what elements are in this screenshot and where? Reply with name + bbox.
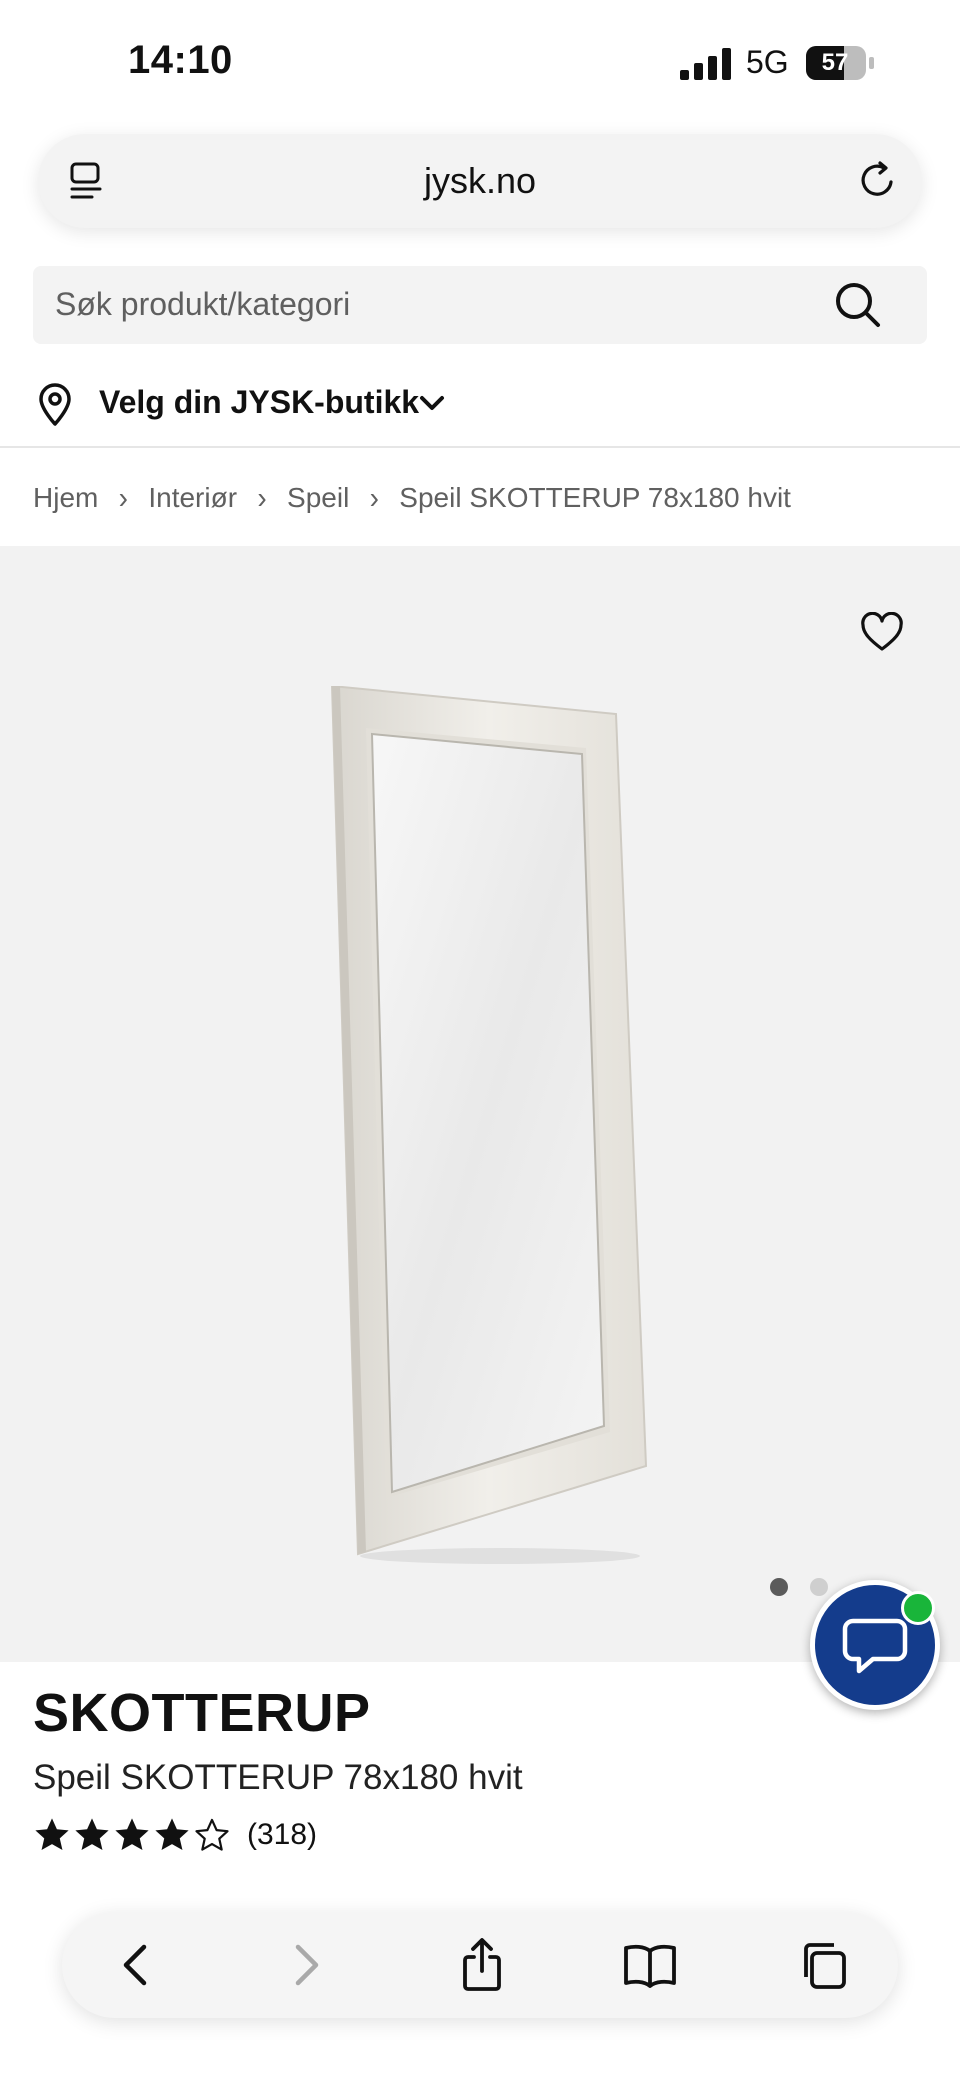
chevron-down-icon[interactable] (417, 392, 447, 416)
product-gallery[interactable] (0, 546, 960, 1662)
divider (0, 446, 960, 448)
tabs-icon[interactable] (794, 1937, 850, 1993)
battery-level: 57 (821, 49, 849, 76)
star-empty-icon (195, 1818, 229, 1851)
forward-icon[interactable] (278, 1937, 334, 1993)
breadcrumb-separator-icon: › (257, 480, 267, 515)
signal-strength-icon (680, 48, 731, 80)
gallery-dot[interactable] (810, 1578, 828, 1596)
star-filled-icon (115, 1818, 149, 1851)
breadcrumb: Hjem › Interiør › Speil › Speil SKOTTERU… (33, 478, 791, 518)
breadcrumb-item-home[interactable]: Hjem (33, 482, 98, 514)
bookmarks-icon[interactable] (622, 1937, 678, 1993)
search-icon[interactable] (833, 280, 883, 330)
store-selector[interactable]: Velg din JYSK-butikk (33, 372, 513, 434)
reload-icon[interactable] (856, 158, 900, 202)
product-title: Speil SKOTTERUP 78x180 hvit (33, 1758, 523, 1797)
product-image-mirror[interactable] (300, 686, 680, 1566)
breadcrumb-separator-icon: › (118, 480, 128, 515)
review-count[interactable]: (318) (247, 1818, 317, 1852)
location-pin-icon (39, 383, 71, 426)
search-input[interactable]: Søk produkt/kategori (33, 266, 927, 344)
product-brand: SKOTTERUP (33, 1683, 371, 1743)
star-filled-icon (155, 1818, 189, 1851)
breadcrumb-item-current: Speil SKOTTERUP 78x180 hvit (399, 482, 791, 513)
browser-toolbar (62, 1912, 898, 2018)
chat-bubble-icon (842, 1618, 908, 1674)
store-selector-label[interactable]: Velg din JYSK-butikk (99, 384, 419, 421)
network-type: 5G (746, 44, 789, 80)
address-bar[interactable]: jysk.no (38, 134, 922, 228)
search-placeholder: Søk produkt/kategori (55, 286, 351, 322)
breadcrumb-separator-icon: › (369, 480, 379, 515)
gallery-dot-active[interactable] (770, 1578, 788, 1596)
online-status-dot (901, 1591, 935, 1625)
back-icon[interactable] (108, 1937, 164, 1993)
breadcrumb-item-mirrors[interactable]: Speil (287, 482, 349, 514)
share-icon[interactable] (454, 1937, 510, 1993)
battery-icon: 57 (806, 46, 876, 80)
url-text[interactable]: jysk.no (38, 160, 922, 202)
star-filled-icon (75, 1818, 109, 1851)
star-filled-icon (35, 1818, 69, 1851)
product-rating[interactable]: (318) (33, 1812, 317, 1858)
chat-button[interactable] (810, 1580, 940, 1710)
breadcrumb-item-interior[interactable]: Interiør (148, 482, 237, 514)
status-time: 14:10 (128, 38, 233, 82)
heart-icon[interactable] (860, 612, 904, 652)
